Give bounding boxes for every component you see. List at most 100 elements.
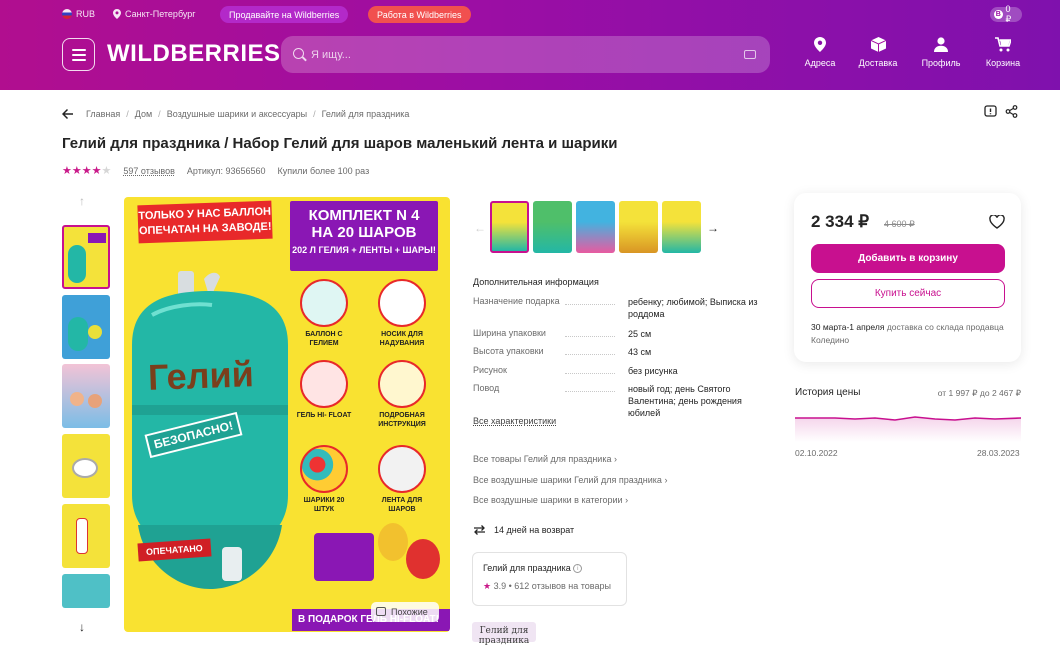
kit-line3: 202 Л ГЕЛИЯ + ЛЕНТЫ + ШАРЫ!: [292, 245, 436, 255]
variant-thumb[interactable]: [490, 201, 529, 253]
link-all-brand-items[interactable]: Все товары Гелий для праздника ›: [473, 454, 617, 464]
return-policy[interactable]: 14 дней на возврат: [473, 524, 574, 536]
map-pin-icon: [814, 37, 826, 52]
breadcrumb: Главная / Дом / Воздушные шарики и аксессу…: [62, 108, 409, 120]
spec-row: Ширина упаковки 25 см: [473, 328, 763, 342]
kit-line2: НА 20 ШАРОВ: [311, 224, 417, 241]
nav-label: Корзина: [985, 58, 1021, 68]
delivery-info: 30 марта-1 апреля доставка со склада про…: [811, 321, 1011, 347]
nav-addresses[interactable]: Адреса: [795, 37, 845, 68]
share-icon[interactable]: [1005, 105, 1018, 118]
spec-row: Повод новый год; день Святого Валентина; …: [473, 383, 763, 418]
seller-reviews: • 612 отзывов на товары: [508, 581, 611, 592]
reviews-link[interactable]: 597 отзывов: [123, 166, 175, 176]
article[interactable]: Артикул: 93656560: [187, 166, 266, 176]
thumbs-down-arrow-icon[interactable]: ↓: [79, 620, 85, 634]
thumbnail[interactable]: [62, 504, 110, 568]
seller-card[interactable]: Гелий для праздника i ★ 3.9 • 612 отзыво…: [472, 552, 627, 606]
feature-tank: БАЛЛОН С ГЕЛИЕМ: [294, 279, 354, 348]
all-specs-link[interactable]: Все характеристики: [473, 416, 556, 426]
thumbnail[interactable]: [62, 574, 110, 608]
thumbs-up-arrow-icon[interactable]: ↑: [79, 194, 85, 208]
add-to-cart-button[interactable]: Добавить в корзину: [811, 244, 1005, 273]
feature-label: НОСИК ДЛЯ НАДУВАНИЯ: [379, 331, 425, 347]
thumbnail[interactable]: [62, 225, 110, 289]
similar-button[interactable]: Похожие: [371, 602, 439, 622]
wallet-balance[interactable]: В 0 ₽: [990, 4, 1022, 24]
tank-label: Гелий: [147, 353, 255, 398]
product-title: Гелий для праздника / Набор Гелий для ша…: [62, 135, 618, 152]
wallet-icon: В: [994, 10, 1003, 19]
person-icon: [934, 37, 948, 52]
kit-line1: КОМПЛЕКТ N 4: [308, 207, 420, 224]
price-history-end: 28.03.2023: [977, 448, 1020, 458]
header: RUB Санкт-Петербург Продавайте на Wildbe…: [0, 0, 1060, 90]
chevron-right-icon: ›: [664, 475, 668, 485]
image-kit-badge: КОМПЛЕКТ N 4 НА 20 ШАРОВ 202 Л ГЕЛИЯ + Л…: [290, 201, 438, 271]
rating-stars: ★★★★★: [62, 164, 111, 177]
camera-icon[interactable]: [744, 50, 756, 59]
cart-icon: [995, 37, 1011, 52]
link-label: Все товары Гелий для праздника: [473, 454, 612, 464]
similar-icon: [376, 607, 386, 616]
spec-row: Назначение подарка ребенку; любимой; Выпи…: [473, 296, 763, 322]
nav-delivery[interactable]: Доставка: [853, 37, 903, 68]
variant-thumb[interactable]: [576, 201, 615, 253]
article-label: Артикул:: [186, 165, 223, 176]
variant-next-icon[interactable]: →: [707, 221, 719, 235]
search-input[interactable]: Я ищу...: [281, 36, 770, 73]
currency-label: RUB: [76, 9, 96, 19]
feature-label: ЛЕНТА ДЛЯ ШАРОВ: [381, 497, 423, 513]
article-number: 93656560: [225, 165, 266, 176]
spec-value: 43 см: [628, 347, 652, 357]
search-placeholder: Я ищу...: [311, 49, 351, 61]
price-history-sparkline[interactable]: [795, 404, 1021, 442]
breadcrumb-item[interactable]: Воздушные шарики и аксессуары: [167, 109, 307, 119]
return-label: 14 дней на возврат: [494, 525, 575, 535]
star-icon: ★: [91, 165, 102, 177]
sell-on-wb-link[interactable]: Продавайте на Wildberries: [220, 6, 349, 23]
nav-cart[interactable]: Корзина: [978, 37, 1028, 68]
logo[interactable]: WILDBERRIES: [107, 40, 281, 68]
current-price: 2 334 ₽: [811, 212, 870, 231]
thumbnail[interactable]: [62, 434, 110, 498]
thumbnail[interactable]: [62, 364, 110, 428]
box-icon: [870, 37, 886, 52]
chevron-right-icon: ›: [613, 454, 617, 464]
spec-row: Рисунок без рисунка: [473, 365, 763, 379]
info-icon[interactable]: i: [573, 564, 583, 574]
work-at-wb-link[interactable]: Работа в Wildberries: [368, 6, 471, 23]
breadcrumb-item[interactable]: Дом: [135, 109, 152, 119]
gift-box-illustration: [314, 533, 374, 581]
variant-strip: ← →: [474, 201, 724, 256]
link-category-balloons[interactable]: Все воздушные шарики в категории ›: [473, 495, 628, 505]
menu-button[interactable]: [62, 38, 95, 71]
search-icon: [293, 48, 304, 59]
main-product-image[interactable]: ТОЛЬКО У НАС БАЛЛОН ОПЕЧАТАН НА ЗАВОДЕ! …: [124, 197, 450, 632]
currency-selector[interactable]: RUB: [62, 9, 95, 19]
brand-logo[interactable]: Гелий для праздника: [472, 622, 536, 646]
feature-balloons: ШАРИКИ 20 ШТУК: [294, 445, 354, 514]
star-icon: ★: [101, 165, 112, 177]
back-arrow-icon[interactable]: [62, 108, 74, 120]
thumbnail[interactable]: [62, 295, 110, 359]
variant-thumb[interactable]: [533, 201, 572, 253]
breadcrumb-item[interactable]: Главная: [86, 109, 120, 119]
feature-label: БАЛЛОН С ГЕЛИЕМ: [305, 331, 343, 347]
heart-icon[interactable]: [989, 215, 1005, 229]
flag-icon: [62, 9, 72, 19]
variant-prev-icon[interactable]: ←: [474, 221, 486, 235]
variant-thumb[interactable]: [619, 201, 658, 253]
link-brand-balloons[interactable]: Все воздушные шарики Гелий для праздника…: [473, 475, 667, 485]
nav-profile[interactable]: Профиль: [916, 37, 966, 68]
city-selector[interactable]: Санкт-Петербург: [113, 9, 196, 19]
spec-row: Высота упаковки 43 см: [473, 346, 763, 360]
price-history-title: История цены: [795, 387, 861, 398]
report-icon[interactable]: [984, 105, 997, 118]
star-icon: ★: [81, 165, 92, 177]
buy-now-button[interactable]: Купить сейчас: [811, 279, 1005, 308]
image-banner: ТОЛЬКО У НАС БАЛЛОН ОПЕЧАТАН НА ЗАВОДЕ!: [137, 200, 273, 244]
breadcrumb-item[interactable]: Гелий для праздника: [322, 109, 410, 119]
location-icon: [113, 9, 121, 19]
variant-thumb[interactable]: [662, 201, 701, 253]
